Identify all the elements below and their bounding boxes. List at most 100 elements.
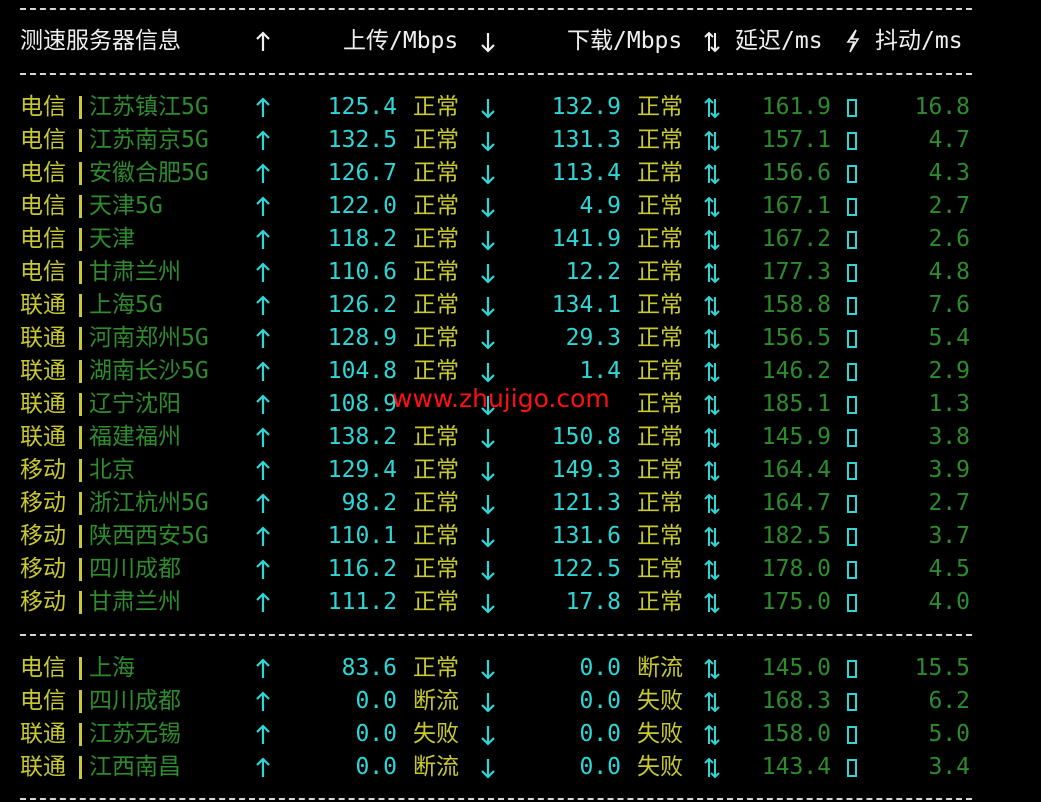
download-status: 正常 (637, 325, 683, 351)
isp-label: 移动 (20, 556, 66, 582)
isp-divider (79, 195, 82, 218)
upload-status: 正常 (413, 523, 459, 549)
location-label: 福建福州 (89, 424, 181, 450)
down-arrow-icon (481, 495, 495, 515)
jitter-value: 4.8 (928, 259, 970, 285)
upload-status: 正常 (413, 94, 459, 120)
upload-speed: 110.6 (327, 259, 397, 285)
latency-value: 158.0 (761, 721, 831, 747)
isp-divider (79, 525, 82, 548)
upload-speed: 126.7 (327, 160, 397, 186)
up-arrow-icon (256, 460, 270, 480)
location-label: 天津5G (89, 193, 163, 219)
upload-status: 正常 (413, 655, 459, 681)
isp-label: 电信 (20, 94, 66, 120)
location-label: 辽宁沈阳 (89, 391, 181, 417)
jitter-value: 1.3 (928, 391, 970, 417)
latency-value: 168.3 (761, 688, 831, 714)
isp-divider (79, 426, 82, 449)
up-arrow-icon (256, 658, 270, 678)
separator-top (20, 8, 972, 10)
jitter-value: 3.9 (928, 457, 970, 483)
table-row: 移动 北京 129.4 正常 149.3 正常 164.4 3.9 (0, 454, 1041, 487)
isp-divider (79, 756, 82, 779)
download-status: 正常 (637, 457, 683, 483)
isp-label: 联通 (20, 754, 66, 780)
download-speed: 134.1 (551, 292, 621, 318)
jitter-value: 2.7 (928, 193, 970, 219)
upload-speed: 0.0 (355, 688, 397, 714)
upload-speed: 128.9 (327, 325, 397, 351)
table-row: 电信 江苏南京5G 132.5 正常 131.3 正常 157.1 4.7 (0, 124, 1041, 157)
isp-label: 移动 (20, 589, 66, 615)
upload-speed: 104.8 (327, 358, 397, 384)
table-row: 电信 上海 83.6 正常 0.0 断流 145.0 15.5 (0, 652, 1041, 685)
header-latency: 延迟/ms (735, 28, 823, 54)
download-speed: 132.9 (551, 94, 621, 120)
down-arrow-icon (481, 330, 495, 350)
up-arrow-icon (256, 163, 270, 183)
upload-status: 正常 (413, 259, 459, 285)
upload-speed: 83.6 (341, 655, 397, 681)
jitter-value: 5.4 (928, 325, 970, 351)
down-arrow-icon (481, 429, 495, 449)
upload-speed: 110.1 (327, 523, 397, 549)
up-arrow-icon (256, 394, 270, 414)
isp-label: 电信 (20, 226, 66, 252)
download-speed: 4.9 (579, 193, 621, 219)
jitter-value: 4.0 (928, 589, 970, 615)
location-label: 江西南昌 (89, 754, 181, 780)
download-speed: 0.0 (579, 655, 621, 681)
latency-value: 156.6 (761, 160, 831, 186)
upload-speed: 126.2 (327, 292, 397, 318)
separator-header (20, 73, 972, 75)
down-arrow-icon (481, 660, 495, 680)
down-arrow-icon (481, 132, 495, 152)
down-arrow-icon (481, 759, 495, 779)
lightning-icon (846, 29, 860, 53)
latency-value: 185.1 (761, 391, 831, 417)
upload-speed: 125.4 (327, 94, 397, 120)
latency-value: 167.1 (761, 193, 831, 219)
latency-value: 143.4 (761, 754, 831, 780)
upload-speed: 116.2 (327, 556, 397, 582)
upload-speed: 108.9 (327, 391, 397, 417)
isp-divider (79, 228, 82, 251)
up-arrow-icon (256, 757, 270, 777)
upload-status: 失败 (413, 721, 459, 747)
down-arrow-icon (481, 594, 495, 614)
down-arrow-icon (481, 561, 495, 581)
table-row: 电信 安徽合肥5G 126.7 正常 113.4 正常 156.6 4.3 (0, 157, 1041, 190)
upload-speed: 129.4 (327, 457, 397, 483)
isp-label: 电信 (20, 259, 66, 285)
isp-label: 电信 (20, 160, 66, 186)
location-label: 四川成都 (89, 556, 181, 582)
download-speed: 131.6 (551, 523, 621, 549)
up-arrow-icon (256, 361, 270, 381)
table-row: 电信 天津5G 122.0 正常 4.9 正常 167.1 2.7 (0, 190, 1041, 223)
download-speed: 141.9 (551, 226, 621, 252)
up-arrow-icon (256, 559, 270, 579)
latency-value: 158.8 (761, 292, 831, 318)
latency-value: 156.5 (761, 325, 831, 351)
latency-value: 161.9 (761, 94, 831, 120)
up-arrow-icon (256, 592, 270, 612)
isp-divider (79, 657, 82, 680)
download-status: 正常 (637, 556, 683, 582)
down-arrow-icon (481, 462, 495, 482)
jitter-value: 2.6 (928, 226, 970, 252)
upload-speed: 0.0 (355, 754, 397, 780)
latency-value: 182.5 (761, 523, 831, 549)
up-arrow-icon (256, 493, 270, 513)
jitter-value: 5.0 (928, 721, 970, 747)
isp-divider (79, 558, 82, 581)
isp-label: 联通 (20, 391, 66, 417)
download-status: 正常 (637, 292, 683, 318)
isp-label: 电信 (20, 193, 66, 219)
download-status: 正常 (637, 193, 683, 219)
header-row: 测速服务器信息 上传/Mbps 下载/Mbps 延迟/ms 抖动/ms (0, 25, 1041, 58)
isp-divider (79, 360, 82, 383)
download-status: 正常 (637, 589, 683, 615)
download-speed: 12.2 (565, 259, 621, 285)
header-download: 下载/Mbps (567, 28, 683, 54)
